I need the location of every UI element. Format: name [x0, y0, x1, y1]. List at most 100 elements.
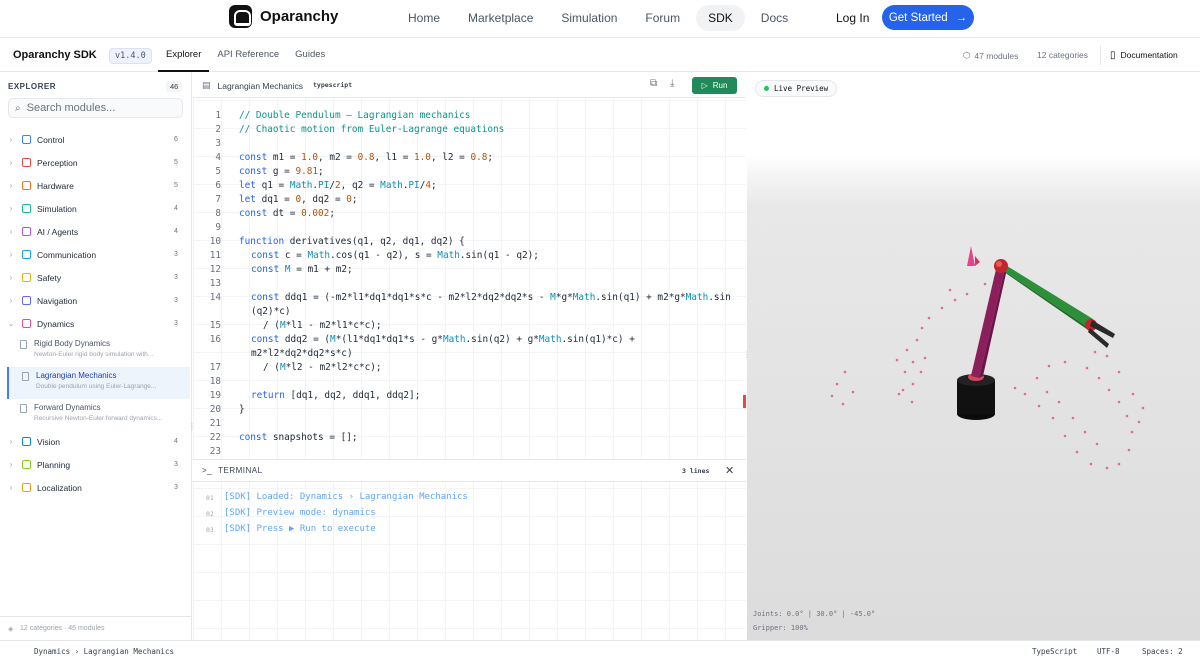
- chevron-right-icon[interactable]: ›: [0, 158, 22, 167]
- code-text: const dt = 0.002;: [239, 208, 335, 219]
- category-ai-agents[interactable]: › AI / Agents 4: [0, 220, 191, 243]
- nav-link-docs[interactable]: Docs: [749, 5, 800, 31]
- code-text: // Double Pendulum — Lagrangian mechanic…: [239, 110, 471, 121]
- nav-link-sdk[interactable]: SDK: [696, 5, 745, 31]
- robot-arm-scene: [830, 246, 1145, 470]
- category-simulation[interactable]: › Simulation 4: [0, 197, 191, 220]
- code-editor[interactable]: ▤ Lagrangian Mechanics typescript ⧉ ⤓ ▷ …: [193, 72, 746, 459]
- module-item[interactable]: Rigid Body Dynamics Newton-Euler rigid bo…: [7, 335, 190, 367]
- code-text: (q2)*c): [251, 306, 291, 317]
- terminal-line-text: [SDK] Loaded: Dynamics › Lagrangian Mech…: [224, 492, 468, 502]
- category-localization[interactable]: › Localization 3: [0, 476, 191, 499]
- editor-file-tab[interactable]: ▤ Lagrangian Mechanics: [202, 80, 303, 91]
- close-icon[interactable]: ✕: [725, 464, 734, 477]
- code-text: let dq1 = 0, dq2 = 0;: [239, 194, 358, 205]
- line-number: 22: [209, 432, 221, 443]
- code-line: 6 let q1 = Math.PI/2, q2 = Math.PI/4;: [193, 179, 746, 193]
- code-text: }: [239, 404, 245, 415]
- code-line: m2*l2*dq2*dq2*s*c): [193, 347, 746, 361]
- category-dynamics[interactable]: ⌄ Dynamics 3: [0, 312, 191, 335]
- category-planning[interactable]: › Planning 3: [0, 453, 191, 476]
- top-navigation: Oparanchy Home Marketplace Simulation Fo…: [0, 0, 1200, 38]
- live-preview-panel[interactable]: Live Preview Joints: 0.0° | 30.0° | -45.…: [747, 72, 1200, 640]
- category-icon: [22, 437, 31, 446]
- code-line: 13: [193, 277, 746, 291]
- tab-guides[interactable]: Guides: [287, 39, 333, 72]
- code-text: return [dq1, dq2, ddq1, ddq2];: [251, 390, 421, 401]
- nav-link-forum[interactable]: Forum: [633, 5, 692, 31]
- tab-explorer[interactable]: Explorer: [158, 39, 210, 72]
- category-icon: [22, 204, 31, 213]
- tab-api-reference[interactable]: API Reference: [209, 39, 287, 72]
- chevron-right-icon[interactable]: ›: [0, 483, 22, 492]
- stack-icon: ◈: [8, 626, 14, 633]
- chevron-right-icon[interactable]: ›: [0, 135, 22, 144]
- category-icon: [22, 319, 31, 328]
- module-name: Rigid Body Dynamics: [34, 339, 111, 348]
- code-line: 4 const m1 = 1.0, m2 = 0.8, l1 = 1.0, l2 …: [193, 151, 746, 165]
- editor-toolbar: ▤ Lagrangian Mechanics typescript ⧉ ⤓ ▷ …: [193, 72, 746, 98]
- category-label: Simulation: [37, 203, 77, 214]
- explorer-count: 46: [166, 81, 183, 92]
- module-item[interactable]: Lagrangian Mechanics Double pendulum usin…: [7, 367, 190, 399]
- code-text: // Chaotic motion from Euler-Lagrange eq…: [239, 124, 505, 135]
- login-link[interactable]: Log In: [836, 11, 869, 25]
- nav-link-marketplace[interactable]: Marketplace: [456, 5, 545, 31]
- logo[interactable]: Oparanchy: [229, 5, 338, 28]
- chevron-right-icon[interactable]: ›: [0, 273, 22, 282]
- search-input[interactable]: [26, 102, 167, 114]
- code-line: 7 let dq1 = 0, dq2 = 0;: [193, 193, 746, 207]
- copy-icon[interactable]: ⧉: [650, 78, 657, 89]
- terminal-title-label: TERMINAL: [218, 466, 263, 475]
- file-icon: [20, 404, 27, 413]
- chevron-right-icon[interactable]: ›: [0, 437, 22, 446]
- category-count: 4: [174, 438, 178, 445]
- documentation-label: Documentation: [1120, 50, 1178, 60]
- category-count: 3: [174, 484, 178, 491]
- search-box[interactable]: ⌕: [8, 98, 183, 118]
- chevron-right-icon[interactable]: ›: [0, 250, 22, 259]
- category-count: 3: [174, 297, 178, 304]
- category-control[interactable]: › Control 6: [0, 128, 191, 151]
- chevron-right-icon[interactable]: ›: [0, 204, 22, 213]
- category-icon: [22, 135, 31, 144]
- category-safety[interactable]: › Safety 3: [0, 266, 191, 289]
- code-line: 16 const ddq2 = (M*(l1*dq1*dq1*s - g*Math…: [193, 333, 746, 347]
- category-icon: [22, 273, 31, 282]
- code-text: const m1 = 1.0, m2 = 0.8, l1 = 1.0, l2 =…: [239, 152, 494, 163]
- module-item[interactable]: Forward Dynamics Recursive Newton-Euler f…: [7, 399, 190, 431]
- line-number: 17: [209, 362, 221, 373]
- cube-icon: ⬡: [963, 50, 971, 60]
- category-label: Control: [37, 134, 65, 145]
- documentation-button[interactable]: ▯ Documentation: [1100, 45, 1191, 65]
- category-label: AI / Agents: [37, 226, 79, 237]
- category-label: Localization: [37, 482, 82, 493]
- terminal-panel: >_ TERMINAL 3 lines ✕ 01 [SDK] Loaded: Dy…: [193, 459, 746, 640]
- terminal-line-number: 02: [206, 510, 214, 518]
- get-started-label: Get Started: [888, 11, 948, 24]
- category-icon: [22, 181, 31, 190]
- line-number: 1: [215, 110, 221, 121]
- chevron-right-icon[interactable]: ›: [0, 227, 22, 236]
- nav-link-home[interactable]: Home: [396, 5, 452, 31]
- download-icon[interactable]: ⤓: [670, 78, 674, 89]
- category-navigation[interactable]: › Navigation 3: [0, 289, 191, 312]
- category-communication[interactable]: › Communication 3: [0, 243, 191, 266]
- category-count: 6: [174, 136, 178, 143]
- line-number: 18: [209, 376, 221, 387]
- nav-link-simulation[interactable]: Simulation: [549, 5, 629, 31]
- chevron-down-icon[interactable]: ⌄: [0, 319, 22, 328]
- run-button[interactable]: ▷ Run: [692, 77, 737, 94]
- get-started-button[interactable]: Get Started →: [882, 5, 974, 30]
- chevron-right-icon[interactable]: ›: [0, 460, 22, 469]
- chevron-right-icon[interactable]: ›: [0, 296, 22, 305]
- status-bar: Dynamics › Lagrangian Mechanics TypeScri…: [0, 640, 1200, 661]
- category-icon: [22, 483, 31, 492]
- category-count: 3: [174, 461, 178, 468]
- category-label: Navigation: [37, 295, 78, 306]
- category-vision[interactable]: › Vision 4: [0, 430, 191, 453]
- category-hardware[interactable]: › Hardware 5: [0, 174, 191, 197]
- categories-stat-label: 12 categories: [1037, 50, 1089, 60]
- category-perception[interactable]: › Perception 5: [0, 151, 191, 174]
- chevron-right-icon[interactable]: ›: [0, 181, 22, 190]
